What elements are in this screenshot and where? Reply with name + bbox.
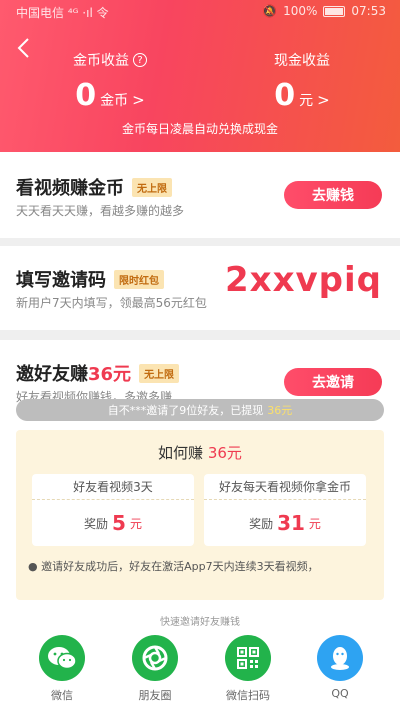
- share-title: 快速邀请好友赚钱: [160, 617, 240, 628]
- reward-card-daily: 好友每天看视频你拿金币 奖励 31 元: [204, 474, 366, 546]
- wechat-icon: [39, 635, 85, 681]
- invite-title: 邀好友赚36元: [16, 364, 132, 385]
- share-sheet: 快速邀请好友赚钱 微信 朋友圈 微信扫码 QQ: [0, 603, 400, 710]
- how-title: 如何赚 36元: [158, 444, 242, 462]
- cash-unit: 元: [299, 93, 314, 109]
- reward-label: 奖励: [84, 516, 109, 531]
- share-wechat[interactable]: 微信: [32, 635, 92, 703]
- clock-text: 07:53: [351, 4, 386, 18]
- share-wechat-scan[interactable]: 微信扫码: [218, 635, 278, 703]
- how-amount: 36元: [207, 444, 242, 462]
- code-title: 填写邀请码: [16, 270, 106, 291]
- how-to-earn-panel: 如何赚 36元 好友看视频3天 奖励 5 元 好友每天看视频你拿金币 奖励 31…: [16, 430, 384, 600]
- invite-code-card[interactable]: 填写邀请码 限时红包 新用户7天内填写，领最高56元红包 2xxvpiq: [0, 246, 400, 330]
- exchange-note: 金币每日凌晨自动兑换成现金: [121, 122, 278, 136]
- reward-unit: 元: [129, 516, 142, 531]
- invite-friends-card: 邀好友赚36元 无上限 好友看视频你赚钱，多邀多赚 去邀请 自不***邀请了9位…: [0, 340, 400, 603]
- share-label: 朋友圈: [138, 689, 172, 702]
- status-bar: 中国电信 ⁴ᴳ ·ıl 令 🔕 100% 07:53: [0, 4, 400, 22]
- earnings-header: 中国电信 ⁴ᴳ ·ıl 令 🔕 100% 07:53 金币收益 ? 0 金币 >…: [0, 0, 400, 152]
- reward-label: 奖励: [249, 516, 274, 531]
- qr-code-icon: [225, 635, 271, 681]
- invite-amount: 36元: [88, 364, 132, 385]
- reward-card-title: 好友看视频3天: [32, 474, 194, 500]
- reward-value: 31: [277, 511, 305, 535]
- withdraw-ticker: 自不***邀请了9位好友，已提现 36元: [16, 399, 384, 421]
- aperture-icon: [132, 635, 178, 681]
- coin-earnings[interactable]: 金币收益 ? 0 金币 >: [30, 50, 190, 113]
- share-qq[interactable]: QQ: [310, 635, 370, 700]
- battery-text: 100%: [283, 4, 318, 18]
- mute-icon: 🔕: [262, 4, 278, 18]
- reward-unit: 元: [308, 516, 321, 531]
- carrier-text: 中国电信 ⁴ᴳ ·ıl 令: [16, 6, 109, 20]
- share-label: 微信扫码: [226, 689, 270, 702]
- qq-penguin-icon: [317, 635, 363, 681]
- watch-video-card: 看视频赚金币 无上限 天天看天天赚，看越多赚的越多 去赚钱: [0, 152, 400, 238]
- cash-value: 0: [274, 78, 296, 113]
- invite-button[interactable]: 去邀请: [284, 368, 382, 396]
- help-icon[interactable]: ?: [133, 53, 147, 67]
- code-subtitle: 新用户7天内填写，领最高56元红包: [16, 296, 207, 310]
- coin-value: 0: [75, 78, 97, 113]
- reward-value: 5: [112, 511, 126, 535]
- reward-card-3days: 好友看视频3天 奖励 5 元: [32, 474, 194, 546]
- reward-card-title: 好友每天看视频你拿金币: [204, 474, 366, 500]
- ticker-amount: 36元: [267, 404, 293, 417]
- cash-label: 现金收益: [274, 53, 330, 69]
- watch-subtitle: 天天看天天赚，看越多赚的越多: [16, 204, 185, 218]
- watch-title: 看视频赚金币: [16, 178, 124, 199]
- unlimited-badge: 无上限: [132, 177, 172, 197]
- ticker-text: 自不***邀请了9位好友，已提现: [107, 404, 264, 417]
- unlimited-badge: 无上限: [139, 363, 180, 383]
- share-label: QQ: [331, 687, 349, 700]
- chevron-right-icon: >: [317, 91, 330, 109]
- battery-icon: [323, 5, 346, 17]
- coin-label: 金币收益: [73, 53, 129, 69]
- limited-redpacket-badge: 限时红包: [114, 269, 164, 289]
- invite-code: 2xxvpiq: [224, 260, 382, 300]
- rule-text: ● 邀请好友成功后，好友在激活App7天内连续3天看视频，: [28, 560, 319, 573]
- chevron-right-icon: >: [132, 91, 145, 109]
- share-label: 微信: [51, 689, 73, 702]
- coin-unit: 金币: [100, 93, 129, 109]
- earn-button[interactable]: 去赚钱: [284, 181, 382, 209]
- share-moments[interactable]: 朋友圈: [125, 635, 185, 703]
- cash-earnings[interactable]: 现金收益 0 元 >: [222, 50, 382, 113]
